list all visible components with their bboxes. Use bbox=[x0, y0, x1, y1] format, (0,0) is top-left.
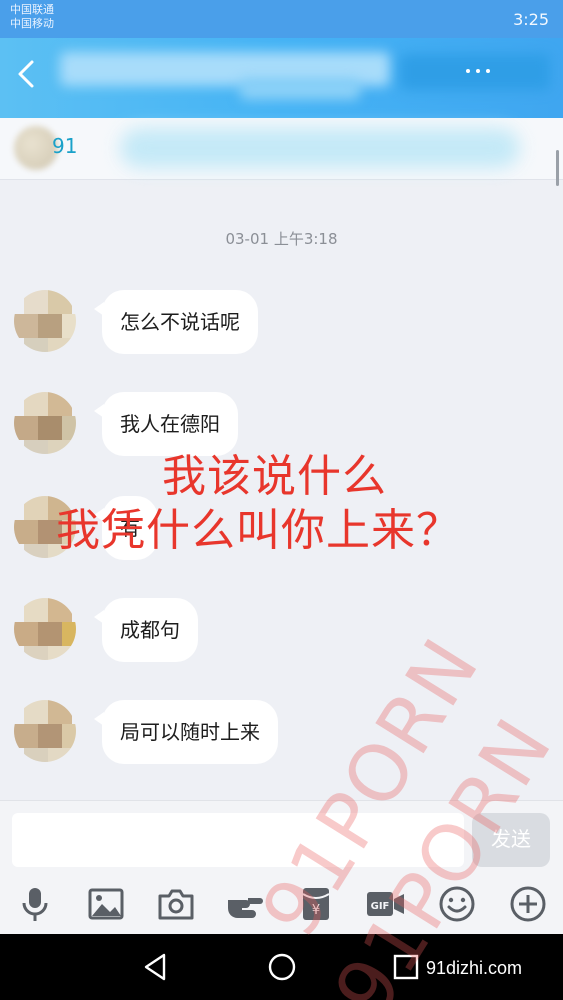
contact-status-blurred bbox=[240, 78, 360, 100]
status-time: 3:25 bbox=[513, 10, 549, 29]
site-watermark: 91dizhi.com bbox=[426, 958, 523, 978]
mic-icon[interactable] bbox=[15, 884, 55, 924]
avatar[interactable] bbox=[14, 392, 76, 454]
carrier-2: 中国移动 bbox=[10, 17, 54, 30]
avatar[interactable] bbox=[14, 290, 76, 352]
status-bar: 中国联通 中国移动 3:25 bbox=[0, 0, 563, 38]
title-bar bbox=[0, 38, 563, 118]
nav-back-icon[interactable] bbox=[140, 951, 172, 983]
avatar[interactable] bbox=[14, 700, 76, 762]
more-icon[interactable] bbox=[463, 64, 493, 78]
message-bubble[interactable]: 局可以随时上来 bbox=[94, 700, 278, 764]
avatar[interactable] bbox=[14, 598, 76, 660]
message-row: 怎么不说话呢 bbox=[0, 290, 563, 370]
system-nav-bar: 91dizhi.com bbox=[0, 934, 563, 1000]
chat-timestamp: 03-01 上午3:18 bbox=[225, 230, 338, 248]
scrollbar[interactable] bbox=[556, 150, 559, 186]
carrier-info: 中国联通 中国移动 bbox=[10, 3, 54, 31]
group-banner[interactable]: 91 bbox=[0, 118, 563, 180]
back-arrow-icon[interactable] bbox=[10, 56, 50, 92]
nav-home-icon[interactable] bbox=[266, 951, 298, 983]
banner-text: 91 bbox=[52, 134, 78, 158]
carrier-1: 中国联通 bbox=[10, 3, 54, 16]
image-icon[interactable] bbox=[86, 884, 126, 924]
camera-icon[interactable] bbox=[156, 884, 196, 924]
message-bubble[interactable]: 成都句 bbox=[94, 598, 198, 662]
banner-text-blurred bbox=[120, 128, 520, 168]
message-bubble[interactable]: 怎么不说话呢 bbox=[94, 290, 258, 354]
plus-icon[interactable] bbox=[508, 884, 548, 924]
overlay-caption-line-2: 我凭什么叫你上来？ bbox=[56, 505, 461, 556]
